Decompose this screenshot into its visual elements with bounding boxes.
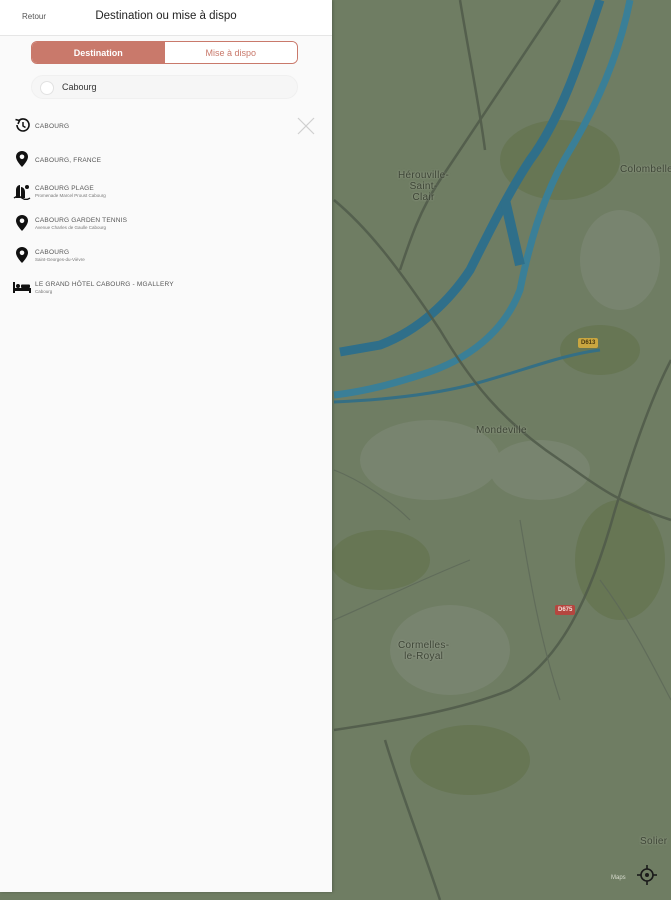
result-subtitle: Saint-Georges-du-Vièvre [35, 257, 85, 262]
search-bar [31, 75, 298, 99]
list-item[interactable]: CABOURG [10, 116, 290, 136]
close-icon [297, 117, 315, 135]
list-item[interactable]: CABOURG PLAGE Promenade Marcel Proust Ca… [10, 182, 290, 202]
result-title: CABOURG PLAGE [35, 185, 94, 192]
result-subtitle: Promenade Marcel Proust Cabourg [35, 193, 106, 198]
location-pin-icon [12, 246, 32, 264]
result-title: CABOURG, FRANCE [35, 157, 102, 164]
road-badge-d613: D613 [578, 338, 599, 348]
panel-header: Retour Destination ou mise à dispo [0, 0, 332, 36]
list-item[interactable]: LE GRAND HÔTEL CABOURG - MGALLERY Cabour… [10, 278, 290, 298]
result-title: LE GRAND HÔTEL CABOURG - MGALLERY [35, 281, 174, 288]
map-label-soliers: Solier [640, 836, 668, 847]
result-subtitle: Cabourg [35, 289, 53, 294]
destination-panel: Retour Destination ou mise à dispo Desti… [0, 0, 332, 892]
result-title: CABOURG GARDEN TENNIS [35, 217, 128, 224]
road-badge-d675: D675 [555, 605, 576, 615]
tab-mise-a-dispo[interactable]: Mise à dispo [164, 42, 297, 63]
search-circle-icon [40, 81, 54, 95]
map-attribution: Maps [611, 875, 626, 881]
location-pin-icon [12, 150, 32, 168]
map-label-herouville: Hérouville- Saint- Clair [398, 170, 450, 203]
mode-segmented-control: Destination Mise à dispo [31, 41, 298, 64]
result-subtitle: Avenue Charles de Gaulle Cabourg [35, 225, 106, 230]
search-input[interactable] [62, 76, 292, 98]
beach-icon [12, 182, 32, 200]
locate-me-button[interactable] [637, 865, 661, 889]
page-title: Destination ou mise à dispo [95, 10, 237, 22]
clear-search-button[interactable] [296, 116, 316, 136]
location-pin-icon [12, 214, 32, 232]
crosshair-icon [637, 865, 657, 885]
history-icon [12, 116, 32, 134]
list-item[interactable]: CABOURG Saint-Georges-du-Vièvre [10, 246, 290, 266]
map-label-colombelles: Colombelles [620, 164, 671, 175]
hotel-bed-icon [12, 278, 32, 296]
list-item[interactable]: CABOURG GARDEN TENNIS Avenue Charles de … [10, 214, 290, 234]
map-label-cormelles: Cormelles-le-Royal [398, 640, 450, 662]
result-title: CABOURG [35, 249, 70, 256]
list-item[interactable]: CABOURG, FRANCE [10, 150, 290, 170]
map-label-mondeville: Mondeville [476, 425, 527, 436]
tab-destination[interactable]: Destination [32, 42, 165, 63]
result-title: CABOURG [35, 123, 70, 130]
